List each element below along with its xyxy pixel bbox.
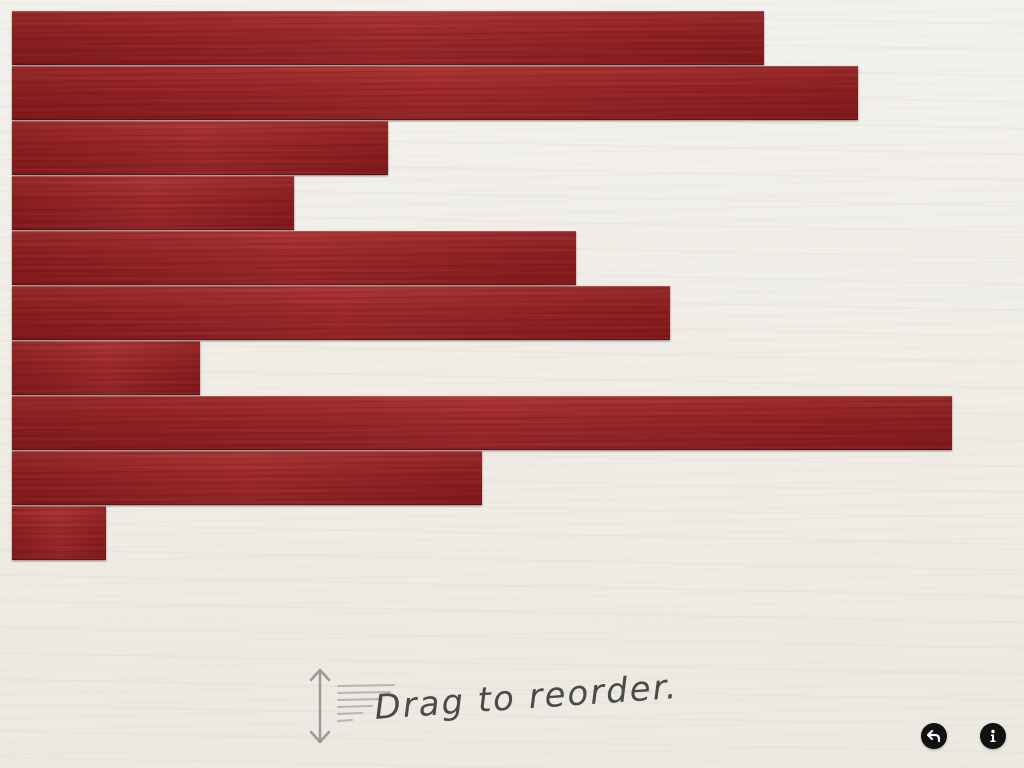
plank[interactable] xyxy=(12,286,670,340)
instruction-text: Drag to reorder. xyxy=(373,666,680,728)
plank[interactable] xyxy=(12,231,576,285)
plank[interactable] xyxy=(12,396,952,450)
drag-hint: Drag to reorder. xyxy=(306,666,726,756)
undo-button[interactable] xyxy=(921,723,947,749)
plank[interactable] xyxy=(12,176,294,230)
plank[interactable] xyxy=(12,11,764,65)
plank[interactable] xyxy=(12,341,200,395)
plank[interactable] xyxy=(12,121,388,175)
plank[interactable] xyxy=(12,66,858,120)
plank[interactable] xyxy=(12,451,482,505)
info-button[interactable] xyxy=(980,723,1006,749)
undo-arrow-icon xyxy=(926,729,941,743)
info-icon xyxy=(990,729,996,742)
plank[interactable] xyxy=(12,506,106,560)
